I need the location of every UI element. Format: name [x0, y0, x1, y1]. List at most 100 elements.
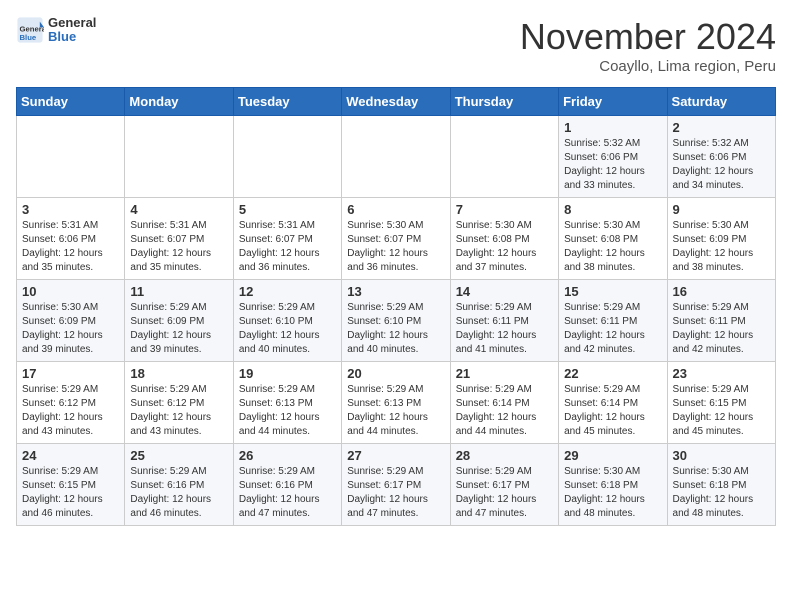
day-info: Sunrise: 5:29 AM Sunset: 6:10 PM Dayligh…: [347, 301, 444, 357]
day-number: 12: [239, 284, 336, 299]
day-info: Sunrise: 5:29 AM Sunset: 6:16 PM Dayligh…: [239, 465, 336, 521]
calendar-cell: 29 Sunrise: 5:30 AM Sunset: 6:18 PM Dayli…: [559, 444, 667, 526]
calendar-cell: 7 Sunrise: 5:30 AM Sunset: 6:08 PM Daylig…: [450, 198, 558, 280]
day-number: 15: [564, 284, 661, 299]
calendar-cell: 26Sunrise: 5:29 AM Sunset: 6:16 PM Dayli…: [233, 444, 341, 526]
calendar-cell: 1 Sunrise: 5:32 AM Sunset: 6:06 PM Daylig…: [559, 116, 667, 198]
calendar-cell: [125, 116, 233, 198]
calendar-cell: [342, 116, 450, 198]
logo-text-general: General: [48, 16, 96, 30]
day-number: 16: [673, 284, 770, 299]
calendar-cell: 21 Sunrise: 5:29 AM Sunset: 6:14 PM Dayli…: [450, 362, 558, 444]
calendar-cell: 23 Sunrise: 5:29 AM Sunset: 6:15 PM Dayli…: [667, 362, 775, 444]
day-number: 21: [456, 366, 553, 381]
day-info: Sunrise: 5:32 AM Sunset: 6:06 PM Dayligh…: [564, 137, 661, 193]
title-block: November 2024 Coayllo, Lima region, Peru: [520, 16, 776, 75]
day-number: 11: [130, 284, 227, 299]
weekday-header-wednesday: Wednesday: [342, 88, 450, 116]
day-number: 28: [456, 448, 553, 463]
day-number: 7: [456, 202, 553, 217]
day-info: Sunrise: 5:29 AM Sunset: 6:15 PM Dayligh…: [673, 383, 770, 439]
calendar-cell: 24 Sunrise: 5:29 AM Sunset: 6:15 PM Dayli…: [17, 444, 125, 526]
day-number: 9: [673, 202, 770, 217]
day-info: Sunrise: 5:31 AM Sunset: 6:06 PM Dayligh…: [22, 219, 119, 275]
weekday-header-saturday: Saturday: [667, 88, 775, 116]
weekday-header-thursday: Thursday: [450, 88, 558, 116]
calendar-cell: 20Sunrise: 5:29 AM Sunset: 6:13 PM Dayli…: [342, 362, 450, 444]
calendar-cell: 8Sunrise: 5:30 AM Sunset: 6:08 PM Daylig…: [559, 198, 667, 280]
calendar-cell: 4 Sunrise: 5:31 AM Sunset: 6:07 PM Daylig…: [125, 198, 233, 280]
day-info: Sunrise: 5:29 AM Sunset: 6:09 PM Dayligh…: [130, 301, 227, 357]
day-info: Sunrise: 5:31 AM Sunset: 6:07 PM Dayligh…: [130, 219, 227, 275]
calendar-cell: 13 Sunrise: 5:29 AM Sunset: 6:10 PM Dayli…: [342, 280, 450, 362]
day-info: Sunrise: 5:30 AM Sunset: 6:09 PM Dayligh…: [673, 219, 770, 275]
day-number: 1: [564, 120, 661, 135]
day-number: 14: [456, 284, 553, 299]
logo: General Blue General Blue: [16, 16, 96, 45]
day-number: 2: [673, 120, 770, 135]
calendar-cell: 22 Sunrise: 5:29 AM Sunset: 6:14 PM Dayli…: [559, 362, 667, 444]
day-number: 10: [22, 284, 119, 299]
day-info: Sunrise: 5:29 AM Sunset: 6:13 PM Dayligh…: [239, 383, 336, 439]
day-number: 29: [564, 448, 661, 463]
day-info: Sunrise: 5:30 AM Sunset: 6:18 PM Dayligh…: [673, 465, 770, 521]
day-info: Sunrise: 5:29 AM Sunset: 6:14 PM Dayligh…: [456, 383, 553, 439]
day-number: 17: [22, 366, 119, 381]
calendar-cell: 14 Sunrise: 5:29 AM Sunset: 6:11 PM Dayli…: [450, 280, 558, 362]
day-info: Sunrise: 5:29 AM Sunset: 6:14 PM Dayligh…: [564, 383, 661, 439]
calendar-cell: 28 Sunrise: 5:29 AM Sunset: 6:17 PM Dayli…: [450, 444, 558, 526]
day-number: 30: [673, 448, 770, 463]
weekday-header-friday: Friday: [559, 88, 667, 116]
day-info: Sunrise: 5:29 AM Sunset: 6:11 PM Dayligh…: [673, 301, 770, 357]
month-title: November 2024: [520, 16, 776, 58]
day-number: 22: [564, 366, 661, 381]
logo-text-blue: Blue: [48, 30, 96, 44]
day-info: Sunrise: 5:29 AM Sunset: 6:10 PM Dayligh…: [239, 301, 336, 357]
calendar-cell: 25 Sunrise: 5:29 AM Sunset: 6:16 PM Dayli…: [125, 444, 233, 526]
day-number: 8: [564, 202, 661, 217]
calendar-cell: 16 Sunrise: 5:29 AM Sunset: 6:11 PM Dayli…: [667, 280, 775, 362]
day-number: 5: [239, 202, 336, 217]
day-number: 6: [347, 202, 444, 217]
calendar-cell: 9 Sunrise: 5:30 AM Sunset: 6:09 PM Daylig…: [667, 198, 775, 280]
logo-icon: General Blue: [16, 16, 44, 44]
day-info: Sunrise: 5:29 AM Sunset: 6:16 PM Dayligh…: [130, 465, 227, 521]
calendar-cell: 17Sunrise: 5:29 AM Sunset: 6:12 PM Dayli…: [17, 362, 125, 444]
weekday-header-tuesday: Tuesday: [233, 88, 341, 116]
day-number: 20: [347, 366, 444, 381]
calendar-cell: 6Sunrise: 5:30 AM Sunset: 6:07 PM Daylig…: [342, 198, 450, 280]
calendar-cell: 12 Sunrise: 5:29 AM Sunset: 6:10 PM Dayli…: [233, 280, 341, 362]
weekday-header-sunday: Sunday: [17, 88, 125, 116]
svg-text:Blue: Blue: [20, 33, 37, 42]
day-info: Sunrise: 5:29 AM Sunset: 6:11 PM Dayligh…: [456, 301, 553, 357]
calendar-cell: 10Sunrise: 5:30 AM Sunset: 6:09 PM Dayli…: [17, 280, 125, 362]
day-info: Sunrise: 5:29 AM Sunset: 6:15 PM Dayligh…: [22, 465, 119, 521]
day-info: Sunrise: 5:30 AM Sunset: 6:08 PM Dayligh…: [456, 219, 553, 275]
day-number: 23: [673, 366, 770, 381]
calendar-cell: 15 Sunrise: 5:29 AM Sunset: 6:11 PM Dayli…: [559, 280, 667, 362]
day-number: 25: [130, 448, 227, 463]
page-header: General Blue General Blue November 2024 …: [16, 16, 776, 75]
day-number: 18: [130, 366, 227, 381]
calendar-cell: 2 Sunrise: 5:32 AM Sunset: 6:06 PM Daylig…: [667, 116, 775, 198]
day-info: Sunrise: 5:31 AM Sunset: 6:07 PM Dayligh…: [239, 219, 336, 275]
calendar-cell: 5 Sunrise: 5:31 AM Sunset: 6:07 PM Daylig…: [233, 198, 341, 280]
calendar-cell: 27 Sunrise: 5:29 AM Sunset: 6:17 PM Dayli…: [342, 444, 450, 526]
day-number: 19: [239, 366, 336, 381]
day-info: Sunrise: 5:29 AM Sunset: 6:11 PM Dayligh…: [564, 301, 661, 357]
weekday-header-monday: Monday: [125, 88, 233, 116]
day-number: 13: [347, 284, 444, 299]
day-info: Sunrise: 5:30 AM Sunset: 6:18 PM Dayligh…: [564, 465, 661, 521]
calendar-cell: [450, 116, 558, 198]
calendar-cell: 3 Sunrise: 5:31 AM Sunset: 6:06 PM Daylig…: [17, 198, 125, 280]
day-number: 4: [130, 202, 227, 217]
calendar-cell: 19 Sunrise: 5:29 AM Sunset: 6:13 PM Dayli…: [233, 362, 341, 444]
calendar-cell: 30 Sunrise: 5:30 AM Sunset: 6:18 PM Dayli…: [667, 444, 775, 526]
day-info: Sunrise: 5:32 AM Sunset: 6:06 PM Dayligh…: [673, 137, 770, 193]
day-info: Sunrise: 5:29 AM Sunset: 6:12 PM Dayligh…: [130, 383, 227, 439]
day-number: 3: [22, 202, 119, 217]
day-number: 24: [22, 448, 119, 463]
day-number: 27: [347, 448, 444, 463]
day-info: Sunrise: 5:29 AM Sunset: 6:17 PM Dayligh…: [456, 465, 553, 521]
day-info: Sunrise: 5:29 AM Sunset: 6:17 PM Dayligh…: [347, 465, 444, 521]
